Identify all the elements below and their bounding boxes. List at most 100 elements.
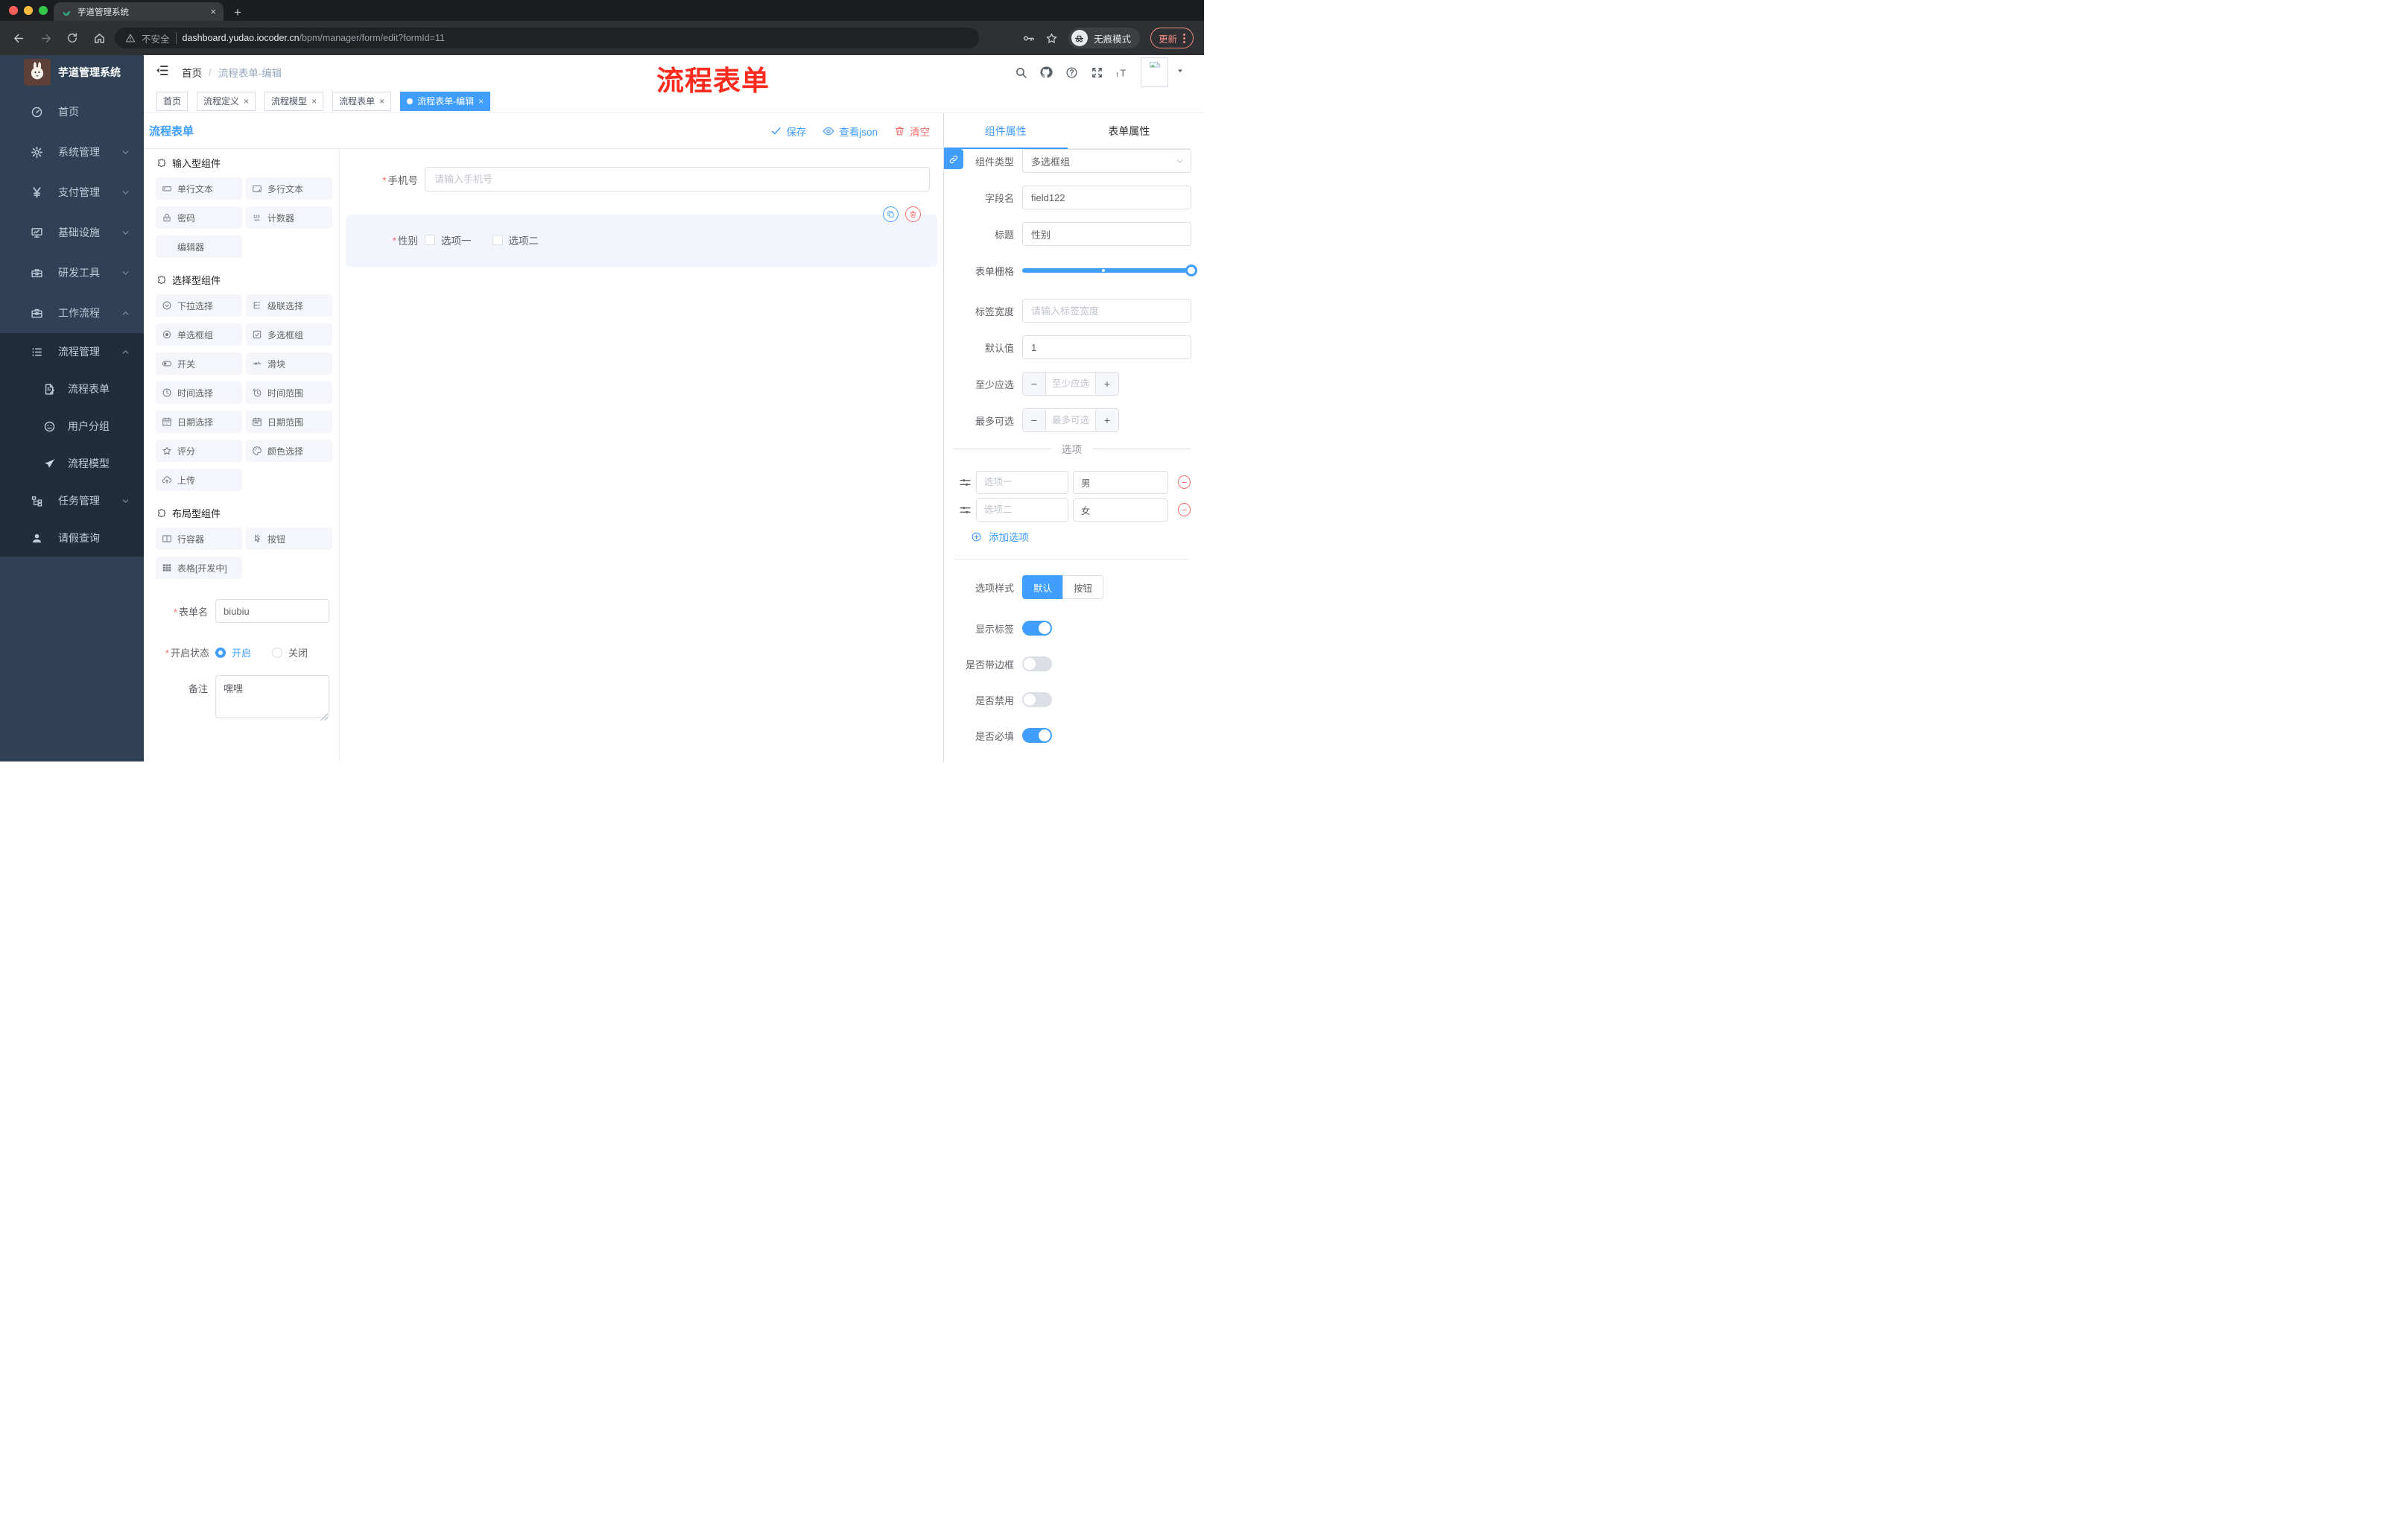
drag-handle-icon[interactable]: [959, 504, 972, 516]
sidebar-subitem[interactable]: 请假查询: [0, 519, 144, 557]
browser-menu-icon[interactable]: [1183, 33, 1185, 43]
palette-component[interactable]: 多行文本: [246, 177, 332, 200]
sidebar-item[interactable]: 基础设施: [0, 212, 144, 253]
option-label-input[interactable]: [976, 498, 1068, 522]
palette-component[interactable]: 日期选择: [156, 411, 242, 433]
tab-close-icon[interactable]: ×: [210, 6, 216, 17]
sidebar-subitem[interactable]: 任务管理: [0, 482, 144, 519]
form-grid-slider[interactable]: [1022, 265, 1197, 276]
palette-component[interactable]: 行容器: [156, 528, 242, 550]
password-key-icon[interactable]: [1022, 32, 1035, 45]
palette-component[interactable]: 上传: [156, 469, 242, 491]
gender-option-1[interactable]: 选项一: [425, 232, 472, 247]
title-input[interactable]: [1022, 222, 1191, 246]
sidebar-item[interactable]: 首页: [0, 92, 144, 132]
stepper-decrease-button[interactable]: −: [1023, 373, 1046, 395]
help-icon[interactable]: [1065, 66, 1078, 79]
remove-option-button[interactable]: [1178, 475, 1191, 489]
forward-icon[interactable]: [34, 27, 57, 49]
checkbox-icon[interactable]: [492, 235, 503, 245]
browser-tab[interactable]: 芋道管理系统 ×: [54, 2, 224, 21]
canvas-field-phone[interactable]: * 手机号: [346, 156, 937, 203]
palette-component[interactable]: 表格[开发中]: [156, 557, 242, 579]
tab-component-props[interactable]: 组件属性: [944, 113, 1068, 149]
collapse-panel-button[interactable]: [944, 149, 963, 169]
new-tab-button[interactable]: +: [234, 4, 241, 21]
tag-close-icon[interactable]: ×: [379, 96, 384, 107]
option-style-button[interactable]: 按钮: [1062, 575, 1104, 599]
stepper-decrease-button[interactable]: −: [1023, 409, 1046, 431]
duplicate-field-button[interactable]: [883, 206, 899, 222]
field-name-input[interactable]: [1022, 186, 1191, 209]
url-field[interactable]: 不安全 dashboard.yudao.iocoder.cn/bpm/manag…: [115, 28, 979, 48]
remove-option-button[interactable]: [1178, 503, 1191, 516]
sidebar-item[interactable]: 工作流程: [0, 293, 144, 333]
palette-component[interactable]: 编辑器: [156, 235, 242, 258]
back-icon[interactable]: [7, 27, 30, 49]
option-value-input[interactable]: [1073, 498, 1168, 522]
tag-view-item[interactable]: 首页: [156, 91, 188, 111]
minimize-window-button[interactable]: [24, 6, 33, 15]
slider-handle[interactable]: [1185, 265, 1197, 276]
palette-component[interactable]: 开关: [156, 352, 242, 375]
tab-form-props[interactable]: 表单属性: [1068, 113, 1191, 148]
palette-component[interactable]: 日期范围: [246, 411, 332, 433]
close-window-button[interactable]: [9, 6, 18, 15]
view-json-button[interactable]: 查看json: [823, 124, 878, 139]
checkbox-icon[interactable]: [425, 235, 435, 245]
default-value-input[interactable]: [1022, 335, 1191, 359]
palette-component[interactable]: 密码: [156, 206, 242, 229]
clear-button[interactable]: 清空: [894, 124, 930, 139]
tag-close-icon[interactable]: ×: [478, 96, 484, 107]
toggle-switch[interactable]: [1022, 621, 1052, 636]
drag-handle-icon[interactable]: [959, 476, 972, 489]
min-select-input[interactable]: [1046, 373, 1095, 395]
sidebar-logo[interactable]: 芋道管理系统: [0, 55, 144, 89]
phone-input[interactable]: [425, 167, 930, 191]
palette-component[interactable]: 多选框组: [246, 323, 332, 346]
remark-textarea[interactable]: [215, 675, 329, 718]
palette-component[interactable]: 评分: [156, 440, 242, 462]
maximize-window-button[interactable]: [39, 6, 48, 15]
option-style-button[interactable]: 默认: [1022, 575, 1063, 599]
status-on-radio[interactable]: 开启: [215, 645, 251, 659]
form-name-input[interactable]: [215, 599, 329, 623]
breadcrumb-home[interactable]: 首页: [182, 65, 202, 80]
tag-view-item[interactable]: 流程定义 ×: [197, 91, 256, 111]
home-icon[interactable]: [88, 27, 110, 49]
sidebar-subitem[interactable]: 流程管理: [0, 333, 144, 370]
palette-component[interactable]: 按钮: [246, 528, 332, 550]
palette-component[interactable]: 下拉选择: [156, 294, 242, 317]
delete-field-button[interactable]: [905, 206, 921, 222]
sidebar-subitem[interactable]: 流程模型: [0, 445, 144, 482]
tag-close-icon[interactable]: ×: [311, 96, 317, 107]
palette-component[interactable]: 时间选择: [156, 381, 242, 404]
palette-component[interactable]: 滑块: [246, 352, 332, 375]
sidebar-item[interactable]: 系统管理: [0, 132, 144, 172]
tag-view-item[interactable]: 流程模型 ×: [264, 91, 324, 111]
sidebar-subitem[interactable]: 用户分组: [0, 408, 144, 445]
textarea-resize-handle[interactable]: [320, 713, 328, 721]
option-value-input[interactable]: [1073, 470, 1168, 494]
toggle-switch[interactable]: [1022, 728, 1052, 743]
palette-component[interactable]: 单行文本: [156, 177, 242, 200]
status-off-radio[interactable]: 关闭: [272, 645, 308, 659]
font-size-icon[interactable]: [1115, 66, 1129, 79]
toggle-switch[interactable]: [1022, 692, 1052, 707]
fullscreen-icon[interactable]: [1090, 66, 1103, 79]
palette-component[interactable]: 计数器: [246, 206, 332, 229]
sidebar-subitem[interactable]: 流程表单: [0, 370, 144, 408]
label-width-input[interactable]: [1022, 299, 1191, 323]
palette-component[interactable]: 颜色选择: [246, 440, 332, 462]
sidebar-collapse-icon[interactable]: [155, 63, 169, 81]
max-select-input[interactable]: [1046, 409, 1095, 431]
stepper-increase-button[interactable]: +: [1095, 409, 1118, 431]
save-button[interactable]: 保存: [770, 124, 806, 139]
sidebar-item[interactable]: 研发工具: [0, 253, 144, 293]
search-icon[interactable]: [1014, 66, 1027, 79]
user-avatar[interactable]: [1141, 57, 1168, 87]
toggle-switch[interactable]: [1022, 656, 1052, 671]
tag-close-icon[interactable]: ×: [244, 96, 249, 107]
avatar-caret-down-icon[interactable]: [1176, 66, 1185, 79]
palette-component[interactable]: 级联选择: [246, 294, 332, 317]
